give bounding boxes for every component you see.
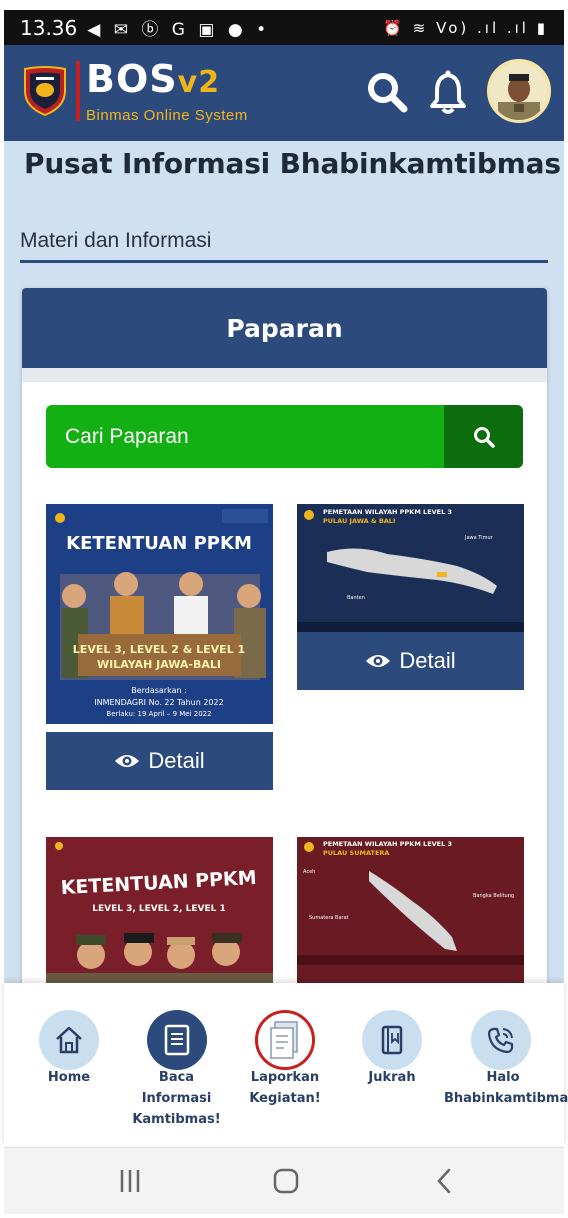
map-sumatera-thumbnail: PEMETAAN WILAYAH PPKM LEVEL 3 PULAU SUMA…	[297, 837, 524, 965]
eye-icon	[115, 755, 140, 767]
map-subheading: PULAU SUMATERA	[323, 849, 389, 857]
ppkm-poster-thumbnail: KETENTUAN PPKM LEVEL 3, LEVEL 2, LEVEL 1	[46, 837, 273, 983]
nav-jukrah[interactable]: Jukrah	[342, 983, 442, 1147]
poster-basis: Berdasarkan :	[131, 686, 187, 695]
card-divider	[22, 368, 547, 382]
paparan-search	[46, 405, 523, 468]
paparan-card: Paparan KET	[22, 288, 547, 983]
paparan-item[interactable]: PEMETAAN WILAYAH PPKM LEVEL 3 PULAU SUMA…	[297, 837, 524, 983]
card-header: Paparan	[22, 288, 547, 368]
document-icon	[147, 1010, 207, 1070]
eye-icon	[366, 655, 391, 667]
user-avatar[interactable]	[487, 59, 551, 123]
logo-subtitle: Binmas Online System	[86, 107, 248, 124]
nav-baca-informasi[interactable]: Baca Informasi Kamtibmas!	[124, 983, 229, 1147]
page-title: Pusat Informasi Bhabinkamtibmas	[24, 147, 561, 180]
detail-button[interactable]: Detail	[46, 732, 273, 790]
section-label: Materi dan Informasi	[20, 229, 212, 252]
poster-heading: KETENTUAN PPKM	[66, 533, 252, 554]
system-navigation-bar	[4, 1147, 564, 1214]
paparan-item[interactable]: KETENTUAN PPKM LEVEL 3, LEVEL 2, LEVEL 1	[46, 837, 273, 983]
map-heading: PEMETAAN WILAYAH PPKM LEVEL 3	[323, 840, 452, 848]
binmas-shield-logo-icon	[24, 66, 66, 117]
section-underline	[20, 260, 548, 263]
detail-button[interactable]: Detail	[297, 632, 524, 690]
nav-home-label: Home	[47, 1070, 91, 1085]
map-label-c: Bangka Belitung	[473, 893, 514, 899]
home-button-icon[interactable]	[273, 1166, 299, 1196]
recent-apps-icon[interactable]	[118, 1166, 142, 1196]
nav-laporkan-label: Laporkan Kegiatan!	[249, 1070, 321, 1106]
paparan-item[interactable]: PEMETAAN WILAYAH PPKM LEVEL 3 PULAU JAWA…	[297, 504, 524, 690]
bell-icon[interactable]	[426, 69, 470, 115]
paparan-search-input[interactable]	[46, 405, 444, 468]
ppkm-poster-thumbnail: KETENTUAN PPKM LEVEL 3, LEVEL 2 & LEVEL …	[46, 504, 273, 732]
poster-banner: LEVEL 3, LEVEL 2 & LEVEL 1	[73, 643, 245, 656]
nav-baca-label: Baca Informasi Kamtibmas!	[132, 1070, 221, 1127]
map-label-a: Aceh	[303, 869, 315, 875]
poster-regulation: INMENDAGRI No. 22 Tahun 2022	[94, 698, 223, 707]
map-label-b: Sumatera Barat	[309, 915, 349, 921]
nav-home[interactable]: Home	[4, 983, 134, 1147]
avatar-portrait-icon	[490, 62, 548, 120]
bottom-navigation: Home Baca Informasi Kamtibmas! Laporkan …	[4, 983, 568, 1147]
logo-divider	[76, 61, 80, 121]
logo-title: BOS	[86, 57, 178, 101]
logo-version: v2	[177, 65, 221, 100]
notification-icons: ◀ ✉ ⓑ G ▣ ● •	[87, 20, 271, 40]
detail-label: Detail	[148, 748, 205, 773]
status-time: 13.36	[20, 15, 78, 40]
paparan-item[interactable]: KETENTUAN PPKM LEVEL 3, LEVEL 2 & LEVEL …	[46, 504, 273, 790]
content-area: Pusat Informasi Bhabinkamtibmas Materi d…	[4, 141, 564, 983]
status-bar: 13.36 ◀ ✉ ⓑ G ▣ ● • ⏰ ≋ Vo) .ıl .ıl ▮	[4, 10, 564, 45]
nav-laporkan-kegiatan[interactable]: Laporkan Kegiatan!	[236, 983, 334, 1147]
map-subheading: PULAU JAWA & BALI	[323, 517, 395, 525]
search-icon[interactable]	[364, 69, 410, 115]
system-status-icons: ⏰ ≋ Vo) .ıl .ıl ▮	[383, 18, 548, 37]
back-icon[interactable]	[434, 1166, 454, 1196]
card-title: Paparan	[226, 313, 343, 343]
app-header: BOSv2 Binmas Online System	[4, 45, 564, 141]
map-jawa-bali-thumbnail: PEMETAAN WILAYAH PPKM LEVEL 3 PULAU JAWA…	[297, 504, 524, 632]
nav-jukrah-label: Jukrah	[368, 1070, 416, 1085]
nav-halo-bhabinkamtibmas[interactable]: Halo Bhabinkamtibmas	[444, 983, 568, 1147]
poster-banner-2: WILAYAH JAWA-BALI	[97, 658, 221, 671]
poster-banner: LEVEL 3, LEVEL 2, LEVEL 1	[92, 904, 225, 914]
paparan-search-button[interactable]	[444, 405, 523, 468]
map-heading: PEMETAAN WILAYAH PPKM LEVEL 3	[323, 508, 452, 516]
report-icon	[255, 1010, 315, 1070]
poster-period: Berlaku: 19 April – 9 Mei 2022	[106, 710, 211, 718]
book-icon	[362, 1010, 422, 1070]
map-label-a: Jawa Timur	[464, 535, 494, 541]
detail-label: Detail	[399, 648, 456, 673]
app-logo: BOSv2 Binmas Online System	[86, 59, 248, 124]
map-label-b: Banten	[347, 595, 365, 601]
phone-icon	[471, 1010, 531, 1070]
home-icon	[39, 1010, 99, 1070]
search-icon	[473, 426, 495, 448]
nav-halo-label: Halo Bhabinkamtibmas	[444, 1070, 568, 1106]
